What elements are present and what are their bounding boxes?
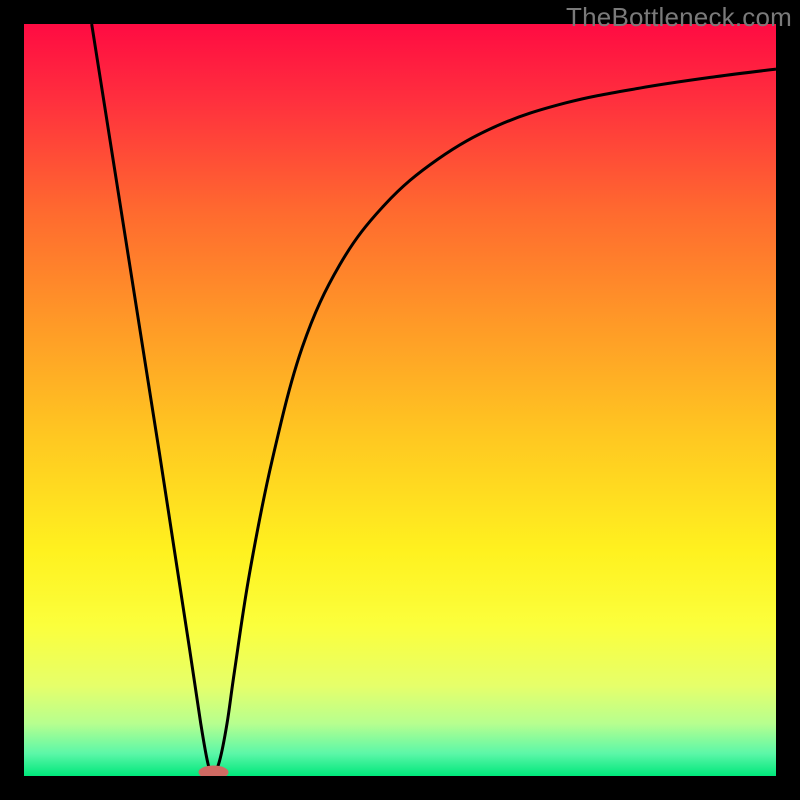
gradient-background <box>24 24 776 776</box>
chart-frame <box>24 24 776 776</box>
bottleneck-chart <box>24 24 776 776</box>
watermark-text: TheBottleneck.com <box>566 2 792 33</box>
